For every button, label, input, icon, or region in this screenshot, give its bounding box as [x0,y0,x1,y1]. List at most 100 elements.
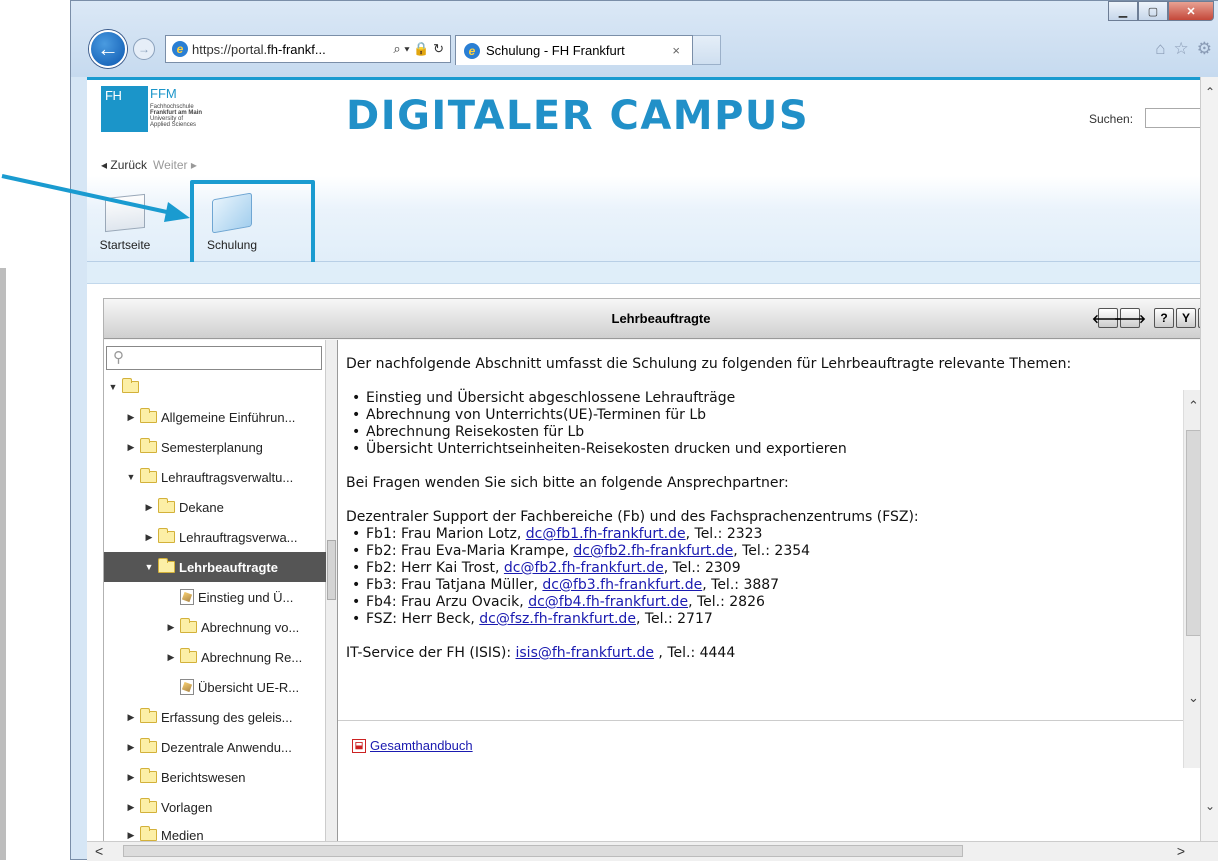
page-scrollbar[interactable]: ⌃ ⌄ [1200,77,1218,845]
left-edge [0,268,6,860]
tree-item-label: Lehrauftragsverwa... [179,529,298,545]
horizontal-scroll-thumb[interactable] [123,845,963,857]
tree-item[interactable]: Einstieg und Ü... [166,582,293,612]
tree-item-selected[interactable]: ▼ Lehrbeauftragte [104,552,326,582]
contact-phone: , Tel.: 3887 [702,577,780,593]
tree-item-label: Abrechnung vo... [201,619,300,635]
collapsed-icon: ▶ [127,411,135,422]
questions-text: Bei Fragen wenden Sie sich bitte an folg… [346,475,789,491]
help-icon[interactable]: ? [1154,308,1174,328]
lesson-content: Der nachfolgende Abschnitt umfasst die S… [338,340,1218,841]
scroll-down-icon[interactable]: ⌄ [1205,799,1215,813]
expanded-icon: ▼ [108,382,118,392]
ribbon-startseite[interactable]: Startseite [87,178,165,262]
contact-item: Fb1: Frau Marion Lotz, dc@fb1.fh-frankfu… [346,526,1176,543]
scroll-up-icon[interactable]: ⌃ [1205,85,1215,99]
topic-list: Einstieg und Übersicht abgeschlossene Le… [346,390,1176,458]
tree-item[interactable]: ▶ Dezentrale Anwendu... [126,732,292,762]
email-link[interactable]: dc@fsz.fh-frankfurt.de [479,611,636,627]
home-icon[interactable]: ⌂ [1155,39,1165,59]
tree-item[interactable]: ▶ Berichtswesen [126,762,246,792]
handbook-link-text[interactable]: Gesamthandbuch [370,738,473,753]
lesson-panel: Lehrbeauftragte 🡐 🡒 ? Y X ⚲ ▼ ▶ Allgemein… [103,298,1218,841]
minimize-button[interactable]: ▁ [1108,1,1138,21]
browser-window: ▁ ▢ ✕ ← → e https://portal.fh-frankf... … [70,0,1218,861]
list-item: Abrechnung Reisekosten für Lb [346,424,1176,441]
tree-root[interactable]: ▼ [108,372,139,402]
email-link[interactable]: dc@fb4.fh-frankfurt.de [528,594,688,610]
email-link[interactable]: dc@fb3.fh-frankfurt.de [542,577,702,593]
tree-item[interactable]: ▶ Erfassung des geleis... [126,702,293,732]
forward-arrow-icon[interactable]: → [133,38,155,60]
tree-item[interactable]: ▶ Medien [126,820,204,841]
folder-icon [122,378,139,393]
pdf-icon: ⬓ [352,738,366,753]
email-link[interactable]: isis@fh-frankfurt.de [516,645,654,661]
address-bar[interactable]: e https://portal.fh-frankf... ⌕ ▾ 🔒 ↻ [165,35,451,63]
tree-item[interactable]: ▶ Vorlagen [126,792,212,822]
forward-link[interactable]: Weiter ▸ [153,158,197,172]
folder-icon [140,708,157,723]
collapsed-icon: ▶ [127,441,135,452]
url-domain: fh-frankf... [267,41,326,57]
contact-phone: , Tel.: 2354 [733,543,811,559]
tab-schulung[interactable]: e Schulung - FH Frankfurt × [455,35,693,65]
handbook-link[interactable]: ⬓ Gesamthandbuch [352,738,473,753]
email-link[interactable]: dc@fb1.fh-frankfurt.de [526,526,686,542]
folder-icon [158,498,175,513]
divider [338,720,1186,721]
logo-subtitle: Fachhochschule Frankfurt am Main Univers… [150,104,230,128]
contact-name: Fb3: Frau Tatjana Müller, [366,577,543,593]
folder-icon [180,618,197,633]
scroll-down-icon[interactable]: ⌄ [1188,690,1199,706]
tree-item[interactable]: ▶ Semesterplanung [126,432,263,462]
tree-item-label: Erfassung des geleis... [161,709,293,725]
back-link[interactable]: ◂ Zurück [101,158,147,172]
scroll-left-icon[interactable]: < [95,843,103,859]
tab-close-icon[interactable]: × [672,43,680,58]
new-tab-button[interactable] [693,35,721,65]
tree-item-label: Berichtswesen [161,769,246,785]
folder-icon [180,648,197,663]
collapsed-icon: ▶ [145,531,153,542]
horizontal-scrollbar[interactable]: < > [87,841,1218,861]
it-service: IT-Service der FH (ISIS): isis@fh-frankf… [346,645,1176,662]
lesson-text: Der nachfolgende Abschnitt umfasst die S… [346,356,1176,662]
expanded-icon: ▼ [144,562,154,572]
tree-item[interactable]: ▶ Lehrauftragsverwa... [144,522,298,552]
tree-item[interactable]: Übersicht UE-R... [166,672,299,702]
tree-item[interactable]: ▶ Abrechnung Re... [166,642,302,672]
contact-phone: , Tel.: 2826 [688,594,765,610]
tree-item[interactable]: ▶ Abrechnung vo... [166,612,299,642]
close-button[interactable]: ✕ [1168,1,1214,21]
star-icon[interactable]: ☆ [1174,39,1189,59]
scroll-up-icon[interactable]: ⌃ [1188,398,1199,414]
tree-item[interactable]: ▶ Dekane [144,492,224,522]
next-icon[interactable]: 🡒 [1114,308,1146,328]
folder-icon [140,738,157,753]
tools-icon[interactable]: Y [1176,308,1196,328]
folder-icon [158,558,175,573]
back-arrow-icon[interactable]: ← [89,30,127,68]
scroll-right-icon[interactable]: > [1177,843,1185,859]
email-link[interactable]: dc@fb2.fh-frankfurt.de [504,560,664,576]
tree-item[interactable]: ▼ Lehrauftragsverwaltu... [126,462,293,492]
collapsed-icon: ▶ [167,651,175,662]
maximize-button[interactable]: ▢ [1138,1,1168,21]
collapsed-icon: ▶ [127,829,135,840]
email-link[interactable]: dc@fb2.fh-frankfurt.de [573,543,733,559]
tree-item-label: Lehrbeauftragte [179,559,278,575]
tree-scroll-thumb[interactable] [327,540,336,600]
tree-scrollbar[interactable] [325,340,337,841]
tree-search-input[interactable]: ⚲ [106,346,322,370]
address-actions[interactable]: ⌕ ▾ 🔒 ↻ [393,41,444,57]
fh-logo[interactable]: FH [101,86,148,132]
gear-icon[interactable]: ⚙ [1197,39,1212,59]
tree-item-label: Abrechnung Re... [201,649,303,665]
browser-titlebar: ▁ ▢ ✕ ← → e https://portal.fh-frankf... … [71,1,1218,77]
history-nav: ◂ Zurück Weiter ▸ [101,158,197,172]
window-controls: ▁ ▢ ✕ [1108,1,1214,21]
folder-icon [140,798,157,813]
highlight-frame [190,180,315,272]
tree-item[interactable]: ▶ Allgemeine Einführun... [126,402,295,432]
